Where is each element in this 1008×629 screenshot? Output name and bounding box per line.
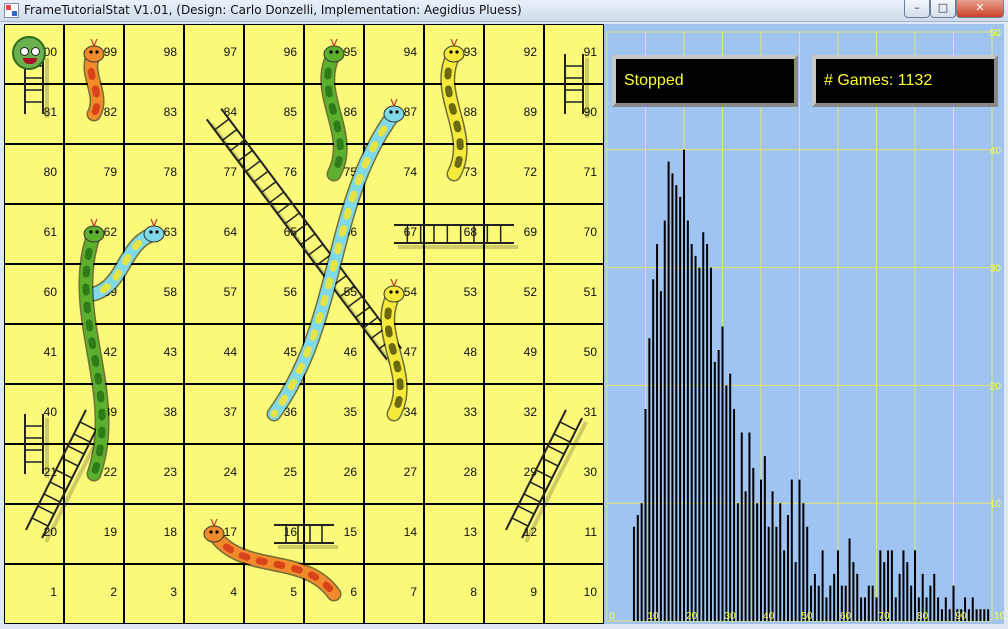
- game-board[interactable]: 100 99 98 97 96 95 94 93 92 91 81 82 83 84 85 86 87 88 89 9…: [4, 24, 604, 624]
- histogram-chart: 0 10 20 30 40 50 60 70 80 90 100 10 20 30 40 50: [606, 28, 1004, 622]
- ladder: [24, 414, 49, 478]
- java-app-icon: [4, 3, 19, 18]
- token-eye-left: [20, 47, 29, 56]
- ladder: [274, 524, 338, 549]
- y-tick-label: 10: [990, 499, 1002, 510]
- x-tick-label: 90: [956, 611, 968, 622]
- x-tick-label: 100: [994, 611, 1004, 622]
- minimize-button[interactable]: –: [904, 0, 930, 18]
- status-display: Stopped: [612, 55, 798, 107]
- snake: [440, 38, 468, 182]
- snake: [86, 218, 165, 302]
- snake: [83, 38, 105, 122]
- title-bar[interactable]: FrameTutorialStat V1.01, (Design: Carlo …: [0, 0, 1008, 22]
- maximize-button[interactable]: □: [930, 0, 956, 18]
- x-tick-label: 20: [686, 611, 698, 622]
- token-mouth: [23, 58, 37, 64]
- snake: [320, 38, 348, 182]
- y-tick-label: 30: [990, 264, 1002, 275]
- window-title: FrameTutorialStat V1.01, (Design: Carlo …: [24, 3, 522, 17]
- x-tick-label: 60: [840, 611, 852, 622]
- token-eye-right: [31, 47, 40, 56]
- x-tick-label: 80: [917, 611, 929, 622]
- ladder: [505, 409, 588, 543]
- x-tick-label: 0: [609, 611, 615, 622]
- x-tick-label: 50: [802, 611, 814, 622]
- ladder: [394, 224, 518, 249]
- x-tick-label: 40: [763, 611, 775, 622]
- snake: [203, 518, 342, 602]
- y-tick-label: 50: [990, 28, 1002, 39]
- x-tick-label: 30: [725, 611, 737, 622]
- y-tick-label: 40: [990, 146, 1002, 157]
- ladder: [564, 54, 589, 118]
- games-count-display: # Games: 1132: [812, 55, 998, 107]
- statistics-panel: 0 10 20 30 40 50 60 70 80 90 100 10 20 30 40 50 Stopped…: [604, 24, 1004, 624]
- x-tick-label: 70: [879, 611, 891, 622]
- close-button[interactable]: ✕: [956, 0, 1004, 18]
- x-tick-label: 10: [648, 611, 660, 622]
- frog-face-icon: [12, 36, 46, 70]
- snakes-and-ladders-layer: [24, 38, 589, 602]
- y-tick-label: 20: [990, 381, 1002, 392]
- snake: [380, 278, 408, 422]
